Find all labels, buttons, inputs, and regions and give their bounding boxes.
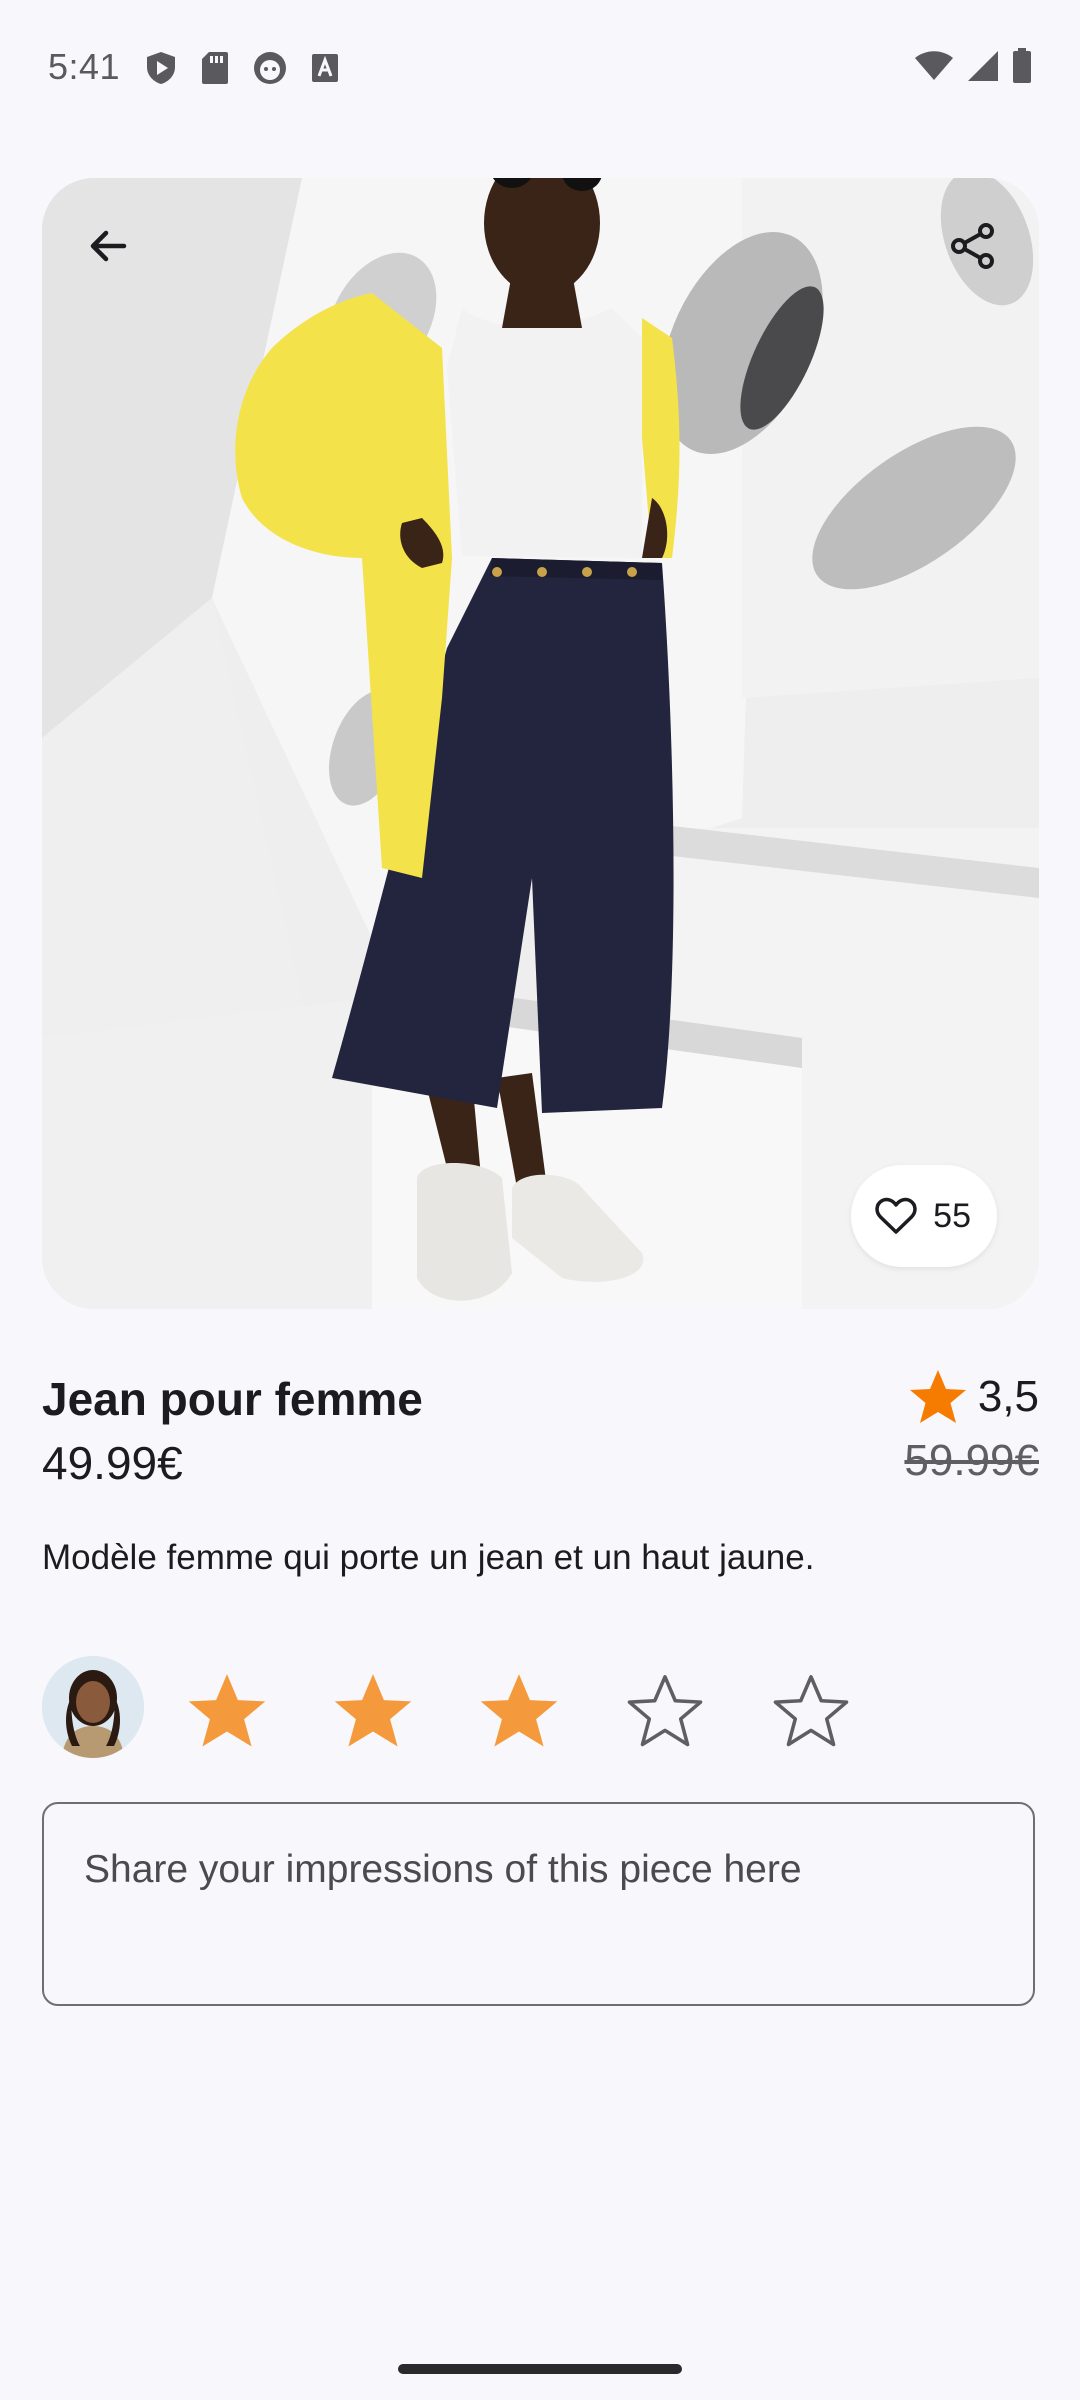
like-count: 55 bbox=[933, 1196, 971, 1235]
comment-input[interactable] bbox=[84, 1848, 984, 1968]
status-time: 5:41 bbox=[48, 46, 121, 87]
signal-icon bbox=[966, 49, 1000, 83]
status-notification-icons bbox=[144, 50, 340, 86]
gesture-nav-bar[interactable] bbox=[398, 2364, 682, 2374]
star-filled-icon bbox=[909, 1370, 966, 1423]
share-button[interactable] bbox=[925, 198, 1021, 294]
product-rating: 3,5 bbox=[908, 1368, 1039, 1426]
star-filled-icon bbox=[480, 1674, 558, 1747]
price-row: 49.99€ 59.99€ bbox=[42, 1436, 1039, 1496]
rating-value: 3,5 bbox=[977, 1372, 1039, 1421]
product-header: Jean pour femme 3,5 bbox=[42, 1370, 1039, 1432]
user-rating-row bbox=[42, 1656, 1039, 1760]
play-protect-icon bbox=[144, 50, 178, 86]
star-filled-icon bbox=[188, 1674, 266, 1747]
battery-icon bbox=[1012, 48, 1032, 84]
star-outline-icon bbox=[627, 1675, 703, 1747]
status-system-icons bbox=[914, 48, 1032, 84]
product-photo bbox=[42, 178, 1039, 1309]
heart-outline-icon bbox=[875, 1197, 917, 1234]
current-price: 49.99€ bbox=[42, 1437, 183, 1489]
back-button[interactable] bbox=[60, 198, 156, 294]
product-description: Modèle femme qui porte un jean et un hau… bbox=[42, 1538, 815, 1577]
rating-star-2[interactable] bbox=[328, 1666, 418, 1756]
like-button[interactable]: 55 bbox=[851, 1165, 997, 1267]
old-price: 59.99€ bbox=[904, 1436, 1039, 1485]
status-bar: 5:41 bbox=[0, 0, 1080, 136]
avatar bbox=[42, 1656, 144, 1758]
product-image-card: 55 bbox=[42, 178, 1039, 1309]
star-filled-icon bbox=[334, 1674, 412, 1747]
comment-field[interactable] bbox=[42, 1802, 1035, 2006]
sd-card-icon bbox=[200, 50, 230, 86]
rating-star-3[interactable] bbox=[474, 1666, 564, 1756]
arrow-back-icon bbox=[90, 230, 127, 262]
rating-star-4[interactable] bbox=[620, 1666, 710, 1756]
face-icon bbox=[252, 50, 288, 86]
rating-star-5[interactable] bbox=[766, 1666, 856, 1756]
rating-star-1[interactable] bbox=[182, 1666, 272, 1756]
wifi-icon bbox=[914, 50, 954, 82]
share-icon bbox=[951, 223, 994, 269]
product-title: Jean pour femme bbox=[42, 1373, 423, 1425]
font-icon bbox=[310, 52, 340, 84]
star-outline-icon bbox=[773, 1675, 849, 1747]
